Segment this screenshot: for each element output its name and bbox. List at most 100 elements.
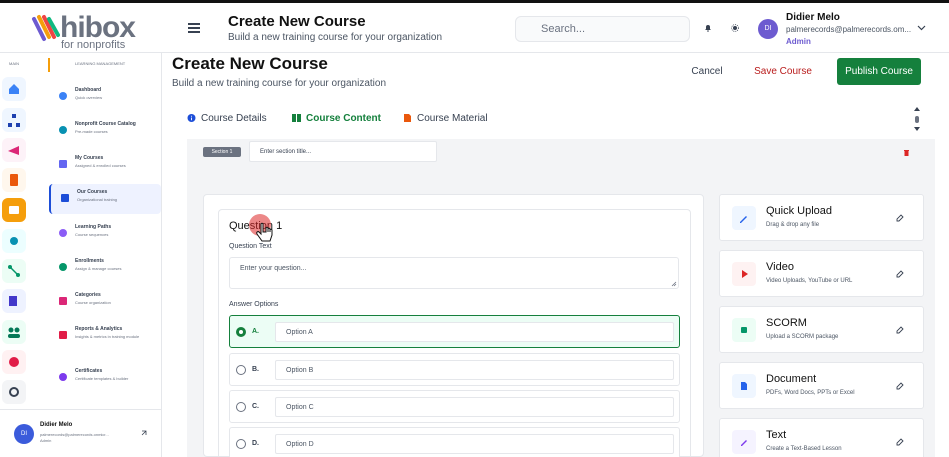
question-text-input[interactable]: Enter your question... [229,257,679,289]
sidebar-item-sub: Quick overview [75,95,103,100]
answer-options-label: Answer Options [229,301,279,308]
chevron-down-icon[interactable] [917,25,926,31]
sidebar-user-role: Admin [40,438,52,443]
option-d-input[interactable]: Option D [275,434,674,454]
page-title: Create New Course [172,54,328,73]
sidebar-item-enrollments[interactable]: Enrollments Assign & manage courses [49,253,161,283]
content-type-scorm[interactable]: SCORM Upload a SCORM package [719,306,924,353]
sidebar-item-categories[interactable]: Categories Course organization [49,287,161,317]
question-editor: Question 1 Question Text Enter your ques… [218,209,691,457]
content-type-sub: Video Uploads, YouTube or URL [766,278,853,284]
answer-option-a[interactable]: A. Option A [229,315,680,348]
sidebar-item-sub: Insights & metrics in training module [75,334,140,339]
menu-toggle-icon[interactable] [188,23,200,33]
user-avatar[interactable]: DI [758,19,778,39]
sidebar-item-dashboard[interactable]: Dashboard Quick overview [49,82,161,112]
main-content: Create New Course Build a new training c… [163,53,949,457]
answer-option-d[interactable]: D. Option D [229,427,680,457]
theme-toggle-icon[interactable] [731,24,739,32]
scroll-arrows-icon[interactable] [913,106,921,132]
icon-rail: MAIN [0,53,30,457]
package-icon [741,327,747,333]
question-card: Question 1 Question Text Enter your ques… [203,194,704,457]
sidebar-item-sub: Assign & manage courses [75,266,122,271]
content-type-document[interactable]: Document PDFs, Word Docs, PPTs or Excel [719,362,924,409]
content-type-text[interactable]: Text Create a Text-Based Lesson [719,418,924,457]
rail-users-icon[interactable] [2,320,26,344]
text-icon [741,440,747,446]
edit-icon[interactable] [896,214,904,222]
sidebar-user-name: Didier Melo [40,422,73,428]
sidebar-item-my-courses[interactable]: My Courses Assigned & enrolled courses [49,150,161,180]
option-b-input[interactable]: Option B [275,360,674,380]
learning-paths-icon [59,229,67,237]
edit-icon[interactable] [896,270,904,278]
reports-icon [59,331,67,339]
edit-icon[interactable] [896,326,904,334]
notification-bell-icon[interactable] [704,24,712,32]
external-link-icon[interactable] [141,430,147,436]
content-type-title: Video [766,261,794,273]
rail-paths-icon[interactable] [2,259,26,283]
enrollments-icon [59,263,67,271]
content-type-sub: PDFs, Word Docs, PPTs or Excel [766,390,855,396]
option-a-input[interactable]: Option A [275,322,674,342]
rail-courses-icon[interactable] [2,198,26,222]
answer-option-c[interactable]: C. Option C [229,390,680,423]
sidebar-item-learning-paths[interactable]: Learning Paths Course sequences [49,219,161,249]
answer-option-b[interactable]: B. Option B [229,353,680,386]
section-title-input[interactable]: Enter section title... [249,141,437,162]
sidebar-item-label: Categories [75,292,101,298]
sidebar-item-sub: Course sequences [75,232,109,237]
content-type-sub: Upload a SCORM package [766,334,839,340]
content-type-sub: Create a Text-Based Lesson [766,446,842,452]
rail-megaphone-icon[interactable] [2,138,26,162]
hibox-logo[interactable]: hibox for nonprofits [30,11,140,51]
edit-icon[interactable] [896,382,904,390]
sidebar-item-sub: Certificate templates & builder [75,376,129,381]
cancel-button[interactable]: Cancel [682,64,732,80]
rail-pie-chart-icon[interactable] [2,350,26,374]
content-type-title: Text [766,429,787,441]
content-type-quick-upload[interactable]: Quick Upload Drag & drop any file [719,194,924,241]
sidebar-item-our-courses[interactable]: Our Courses Organizational training [49,184,161,214]
book-icon [292,114,301,122]
section-header: Section 1 Enter section title... [187,139,935,177]
tab-label: Course Details [201,113,267,124]
user-email: palmerecords@palmerecords.om... [786,25,912,34]
radio-button[interactable] [236,402,246,412]
search-input[interactable]: Search... [515,16,690,42]
rail-home-icon[interactable] [2,77,26,101]
my-courses-icon [59,160,67,168]
sidebar-user: DI Didier Melo palmerecords@palmerecords… [0,409,162,457]
tab-label: Course Content [306,113,381,124]
sidebar-item-reports[interactable]: Reports & Analytics Insights & metrics i… [49,321,161,357]
save-course-button[interactable]: Save Course [753,64,813,80]
resize-handle-icon[interactable] [671,281,677,287]
certificates-icon [59,373,67,381]
content-type-title: SCORM [766,317,807,329]
option-c-input[interactable]: Option C [275,397,674,417]
edit-icon[interactable] [896,438,904,446]
rail-gear-icon[interactable] [2,380,26,404]
sidebar-item-certificates[interactable]: Certificates Certificate templates & bui… [49,363,161,393]
sidebar-item-catalog[interactable]: Nonprofit Course Catalog Pre-made course… [49,116,161,146]
sidebar-item-sub: Organizational training [77,197,118,202]
rail-book-icon[interactable] [2,168,26,192]
sidebar-user-avatar[interactable]: DI [14,424,34,444]
section-marker [48,58,50,72]
publish-course-button[interactable]: Publish Course [837,58,921,85]
radio-button[interactable] [236,439,246,449]
document-icon [741,382,747,390]
content-type-video[interactable]: Video Video Uploads, YouTube or URL [719,250,924,297]
trash-icon[interactable] [903,149,910,156]
sidebar-item-label: Dashboard [75,87,102,93]
categories-icon [59,297,67,305]
pencil-icon [740,216,747,223]
rail-edit-icon[interactable] [2,289,26,313]
rail-sitemap-icon[interactable] [2,108,26,132]
radio-button-selected[interactable] [236,327,246,337]
logo-tagline: for nonprofits [61,39,126,51]
radio-button[interactable] [236,365,246,375]
rail-circle-icon[interactable] [2,229,26,253]
